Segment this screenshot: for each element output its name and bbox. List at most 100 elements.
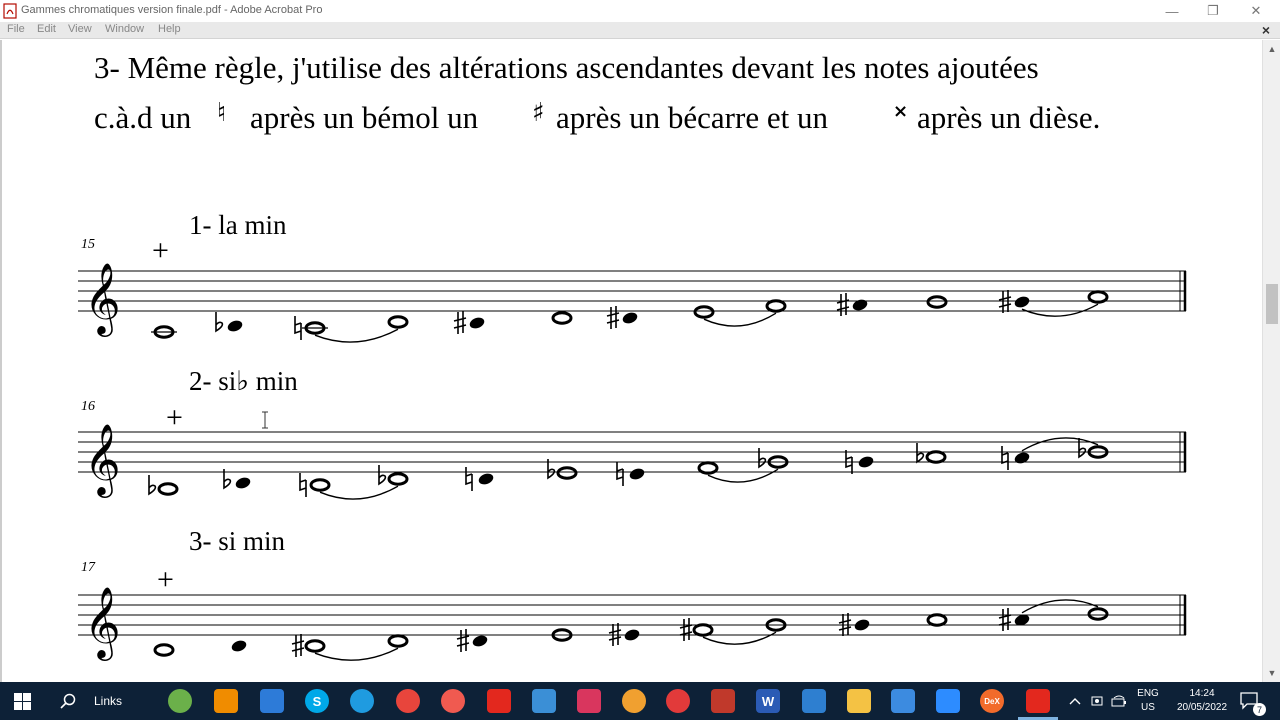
close-document-button[interactable]: × (1262, 22, 1270, 38)
whole-note (387, 472, 409, 486)
slur (314, 328, 399, 343)
clock-time: 14:24 (1189, 688, 1215, 699)
language-indicator[interactable]: ENG US (1136, 687, 1160, 715)
taskbar-search[interactable]: Links (46, 682, 158, 720)
record-app-icon[interactable] (666, 689, 690, 713)
treble-clef-icon: 𝄞 (84, 585, 121, 661)
whole-note (153, 643, 175, 657)
mail-icon[interactable] (802, 689, 826, 713)
note-head (472, 635, 488, 647)
sharp-sign-icon (453, 311, 467, 334)
scroll-thumb[interactable] (1266, 284, 1278, 324)
start-button[interactable] (0, 682, 44, 720)
zoom-icon[interactable] (936, 689, 960, 713)
system-clock[interactable]: 14:24 20/05/2022 (1170, 687, 1234, 715)
taskbar: Links S W DeX ENG US 14:24 20/05/2022 7 (0, 682, 1280, 720)
file-explorer-icon[interactable] (847, 689, 871, 713)
note-head (231, 640, 247, 652)
note-head (1014, 296, 1030, 308)
acrobat-app-icon (3, 3, 17, 19)
menu-help[interactable]: Help (158, 23, 181, 35)
flat-sign-icon (758, 448, 767, 469)
page-left-edge (0, 40, 2, 682)
acrobat-active-icon[interactable] (1026, 689, 1050, 713)
menu-edit[interactable]: Edit (37, 23, 56, 35)
whole-note (926, 295, 948, 309)
scroll-down-button[interactable]: ▼ (1263, 664, 1280, 682)
music-notation: 𝄞 𝄞 𝄞 (78, 261, 1187, 661)
whole-note (765, 299, 787, 313)
battery-network-icon[interactable] (1111, 693, 1127, 709)
minimize-button[interactable]: — (1152, 0, 1192, 22)
search-icon (60, 693, 76, 709)
document-page[interactable]: 3- Même règle, j'utilise des altérations… (0, 40, 1262, 682)
treble-clef-icon: 𝄞 (84, 261, 121, 337)
slur (319, 485, 399, 500)
note-head (624, 629, 640, 641)
whole-note (157, 482, 179, 496)
natural-sign-icon (465, 467, 473, 491)
slur (702, 631, 777, 645)
vertical-scrollbar[interactable]: ▲ ▼ (1262, 40, 1280, 682)
whole-note (925, 450, 947, 464)
window-title: Gammes chromatiques version finale.pdf -… (21, 4, 323, 16)
whole-note (309, 478, 331, 492)
edge-icon[interactable] (350, 689, 374, 713)
slur (1021, 437, 1099, 452)
slur (1021, 599, 1099, 614)
search-label: Links (94, 694, 123, 708)
meeting-tray-icon[interactable] (1089, 693, 1105, 709)
sharp-sign-icon (606, 306, 620, 329)
note-head (227, 320, 243, 332)
menu-file[interactable]: File (7, 23, 25, 35)
treble-clef-icon: 𝄞 (84, 422, 121, 498)
restore-button[interactable]: ❐ (1193, 0, 1233, 22)
language-code: ENG (1137, 688, 1159, 699)
menu-view[interactable]: View (68, 23, 92, 35)
whole-note (556, 466, 578, 480)
whole-note (692, 623, 714, 637)
natural-sign-icon (1001, 446, 1009, 470)
word-icon[interactable]: W (756, 689, 780, 713)
slur (314, 647, 399, 661)
keyboard-layout: US (1141, 702, 1155, 713)
flat-sign-icon (215, 312, 224, 333)
whole-note (551, 311, 573, 325)
whole-note (693, 305, 715, 319)
whole-note (1087, 607, 1109, 621)
close-window-button[interactable]: ✕ (1236, 0, 1276, 22)
notification-count-badge: 7 (1253, 703, 1266, 716)
flat-sign-icon (378, 465, 387, 486)
calc-app-icon[interactable] (622, 689, 646, 713)
acrobat-taskbar-icon[interactable] (487, 689, 511, 713)
sharp-sign-icon (836, 293, 850, 316)
whole-note (304, 639, 326, 653)
globe-app-icon[interactable] (168, 689, 192, 713)
note-head (478, 473, 494, 485)
menu-window[interactable]: Window (105, 23, 144, 35)
text-cursor-icon (262, 411, 268, 429)
diamond-app-icon[interactable] (577, 689, 601, 713)
title-bar: Gammes chromatiques version finale.pdf -… (0, 0, 1280, 22)
note-head (622, 312, 638, 324)
whole-note (387, 634, 409, 648)
sharp-sign-icon (456, 629, 470, 652)
store-icon[interactable] (260, 689, 284, 713)
media-app-icon[interactable] (891, 689, 915, 713)
chrome-icon[interactable] (396, 689, 420, 713)
flat-sign-icon (148, 475, 157, 496)
whole-note (387, 315, 409, 329)
windows-logo-icon (13, 692, 31, 710)
skype-icon[interactable]: S (305, 689, 329, 713)
vlc-icon[interactable] (214, 689, 238, 713)
note-head (1014, 452, 1030, 464)
natural-sign-icon (299, 473, 307, 497)
note-head (852, 299, 868, 311)
dex-icon[interactable]: DeX (980, 689, 1004, 713)
red-a-app-icon[interactable] (441, 689, 465, 713)
slur (703, 312, 777, 327)
pen-app-icon[interactable] (532, 689, 556, 713)
chevron-up-icon[interactable] (1067, 693, 1083, 709)
scroll-up-button[interactable]: ▲ (1263, 40, 1280, 58)
box-app-icon[interactable] (711, 689, 735, 713)
